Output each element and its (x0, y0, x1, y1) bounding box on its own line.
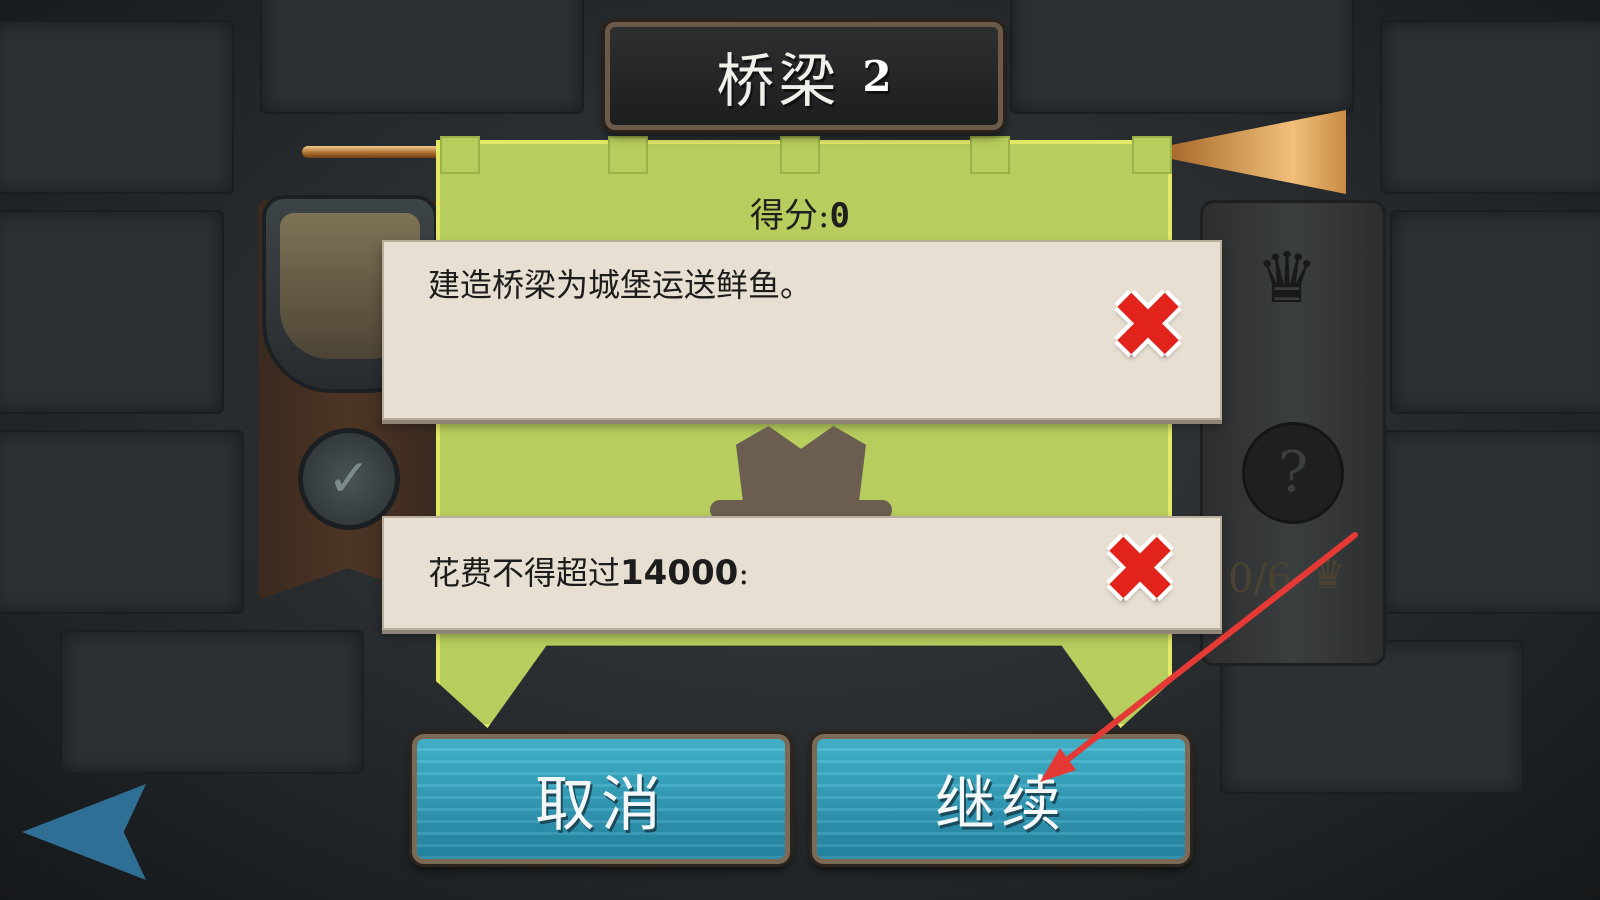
objective-prefix: 花费不得超过 (428, 554, 621, 592)
wall-stone (0, 430, 244, 614)
cancel-button[interactable]: 取消 (412, 734, 790, 864)
wall-stone (0, 210, 224, 414)
red-x-icon: ✖ (1101, 516, 1179, 623)
banner-tab (608, 136, 648, 174)
objective-text: 花费不得超过14000: (428, 548, 749, 594)
level-number: 2 (862, 51, 892, 101)
objective-value: 14000 (620, 553, 739, 593)
objective-card: 建造桥梁为城堡运送鲜鱼。 ✖ (382, 240, 1222, 420)
banner-tab (1132, 136, 1172, 174)
crown-icon: ♛ (1310, 552, 1346, 598)
wall-stone (1380, 20, 1600, 194)
crown-outline-icon: ♛ (1255, 237, 1319, 319)
banner-tab (440, 136, 480, 174)
back-arrow-icon[interactable] (22, 784, 146, 880)
banner-tab (970, 136, 1010, 174)
objective-suffix: : (738, 554, 750, 592)
wall-stone (1380, 430, 1600, 614)
crowns-counter: 0/6 (1228, 556, 1293, 602)
continue-button-label: 继续 (935, 769, 1067, 840)
level-title: 桥梁 (716, 47, 841, 115)
score: 得分:0 (436, 188, 1164, 237)
objective-text: 建造桥梁为城堡运送鲜鱼。 (428, 266, 813, 304)
question-mark-icon: ? (1242, 422, 1344, 524)
wall-stone (260, 0, 584, 114)
level-dialog-screen: ✓ ♛ ? 0/6 ♛ 桥梁 2 得分:0 建造桥梁为城堡运送鲜鱼。 ✖ 花费不… (0, 0, 1600, 900)
title-plaque: 桥梁 2 (605, 22, 1003, 130)
continue-button[interactable]: 继续 (812, 734, 1190, 864)
cancel-button-label: 取消 (535, 769, 667, 840)
wall-stone (1390, 210, 1600, 414)
score-value: 0 (829, 196, 850, 236)
red-x-icon: ✖ (1109, 272, 1187, 379)
wall-stone (1010, 0, 1354, 114)
trumpet-bell (1170, 110, 1346, 194)
check-icon: ✓ (298, 428, 400, 530)
score-label: 得分: (750, 196, 830, 236)
wall-stone (0, 20, 234, 194)
wall-stone (60, 630, 364, 774)
objective-card: 花费不得超过14000: ✖ (382, 516, 1222, 630)
banner-tab (780, 136, 820, 174)
